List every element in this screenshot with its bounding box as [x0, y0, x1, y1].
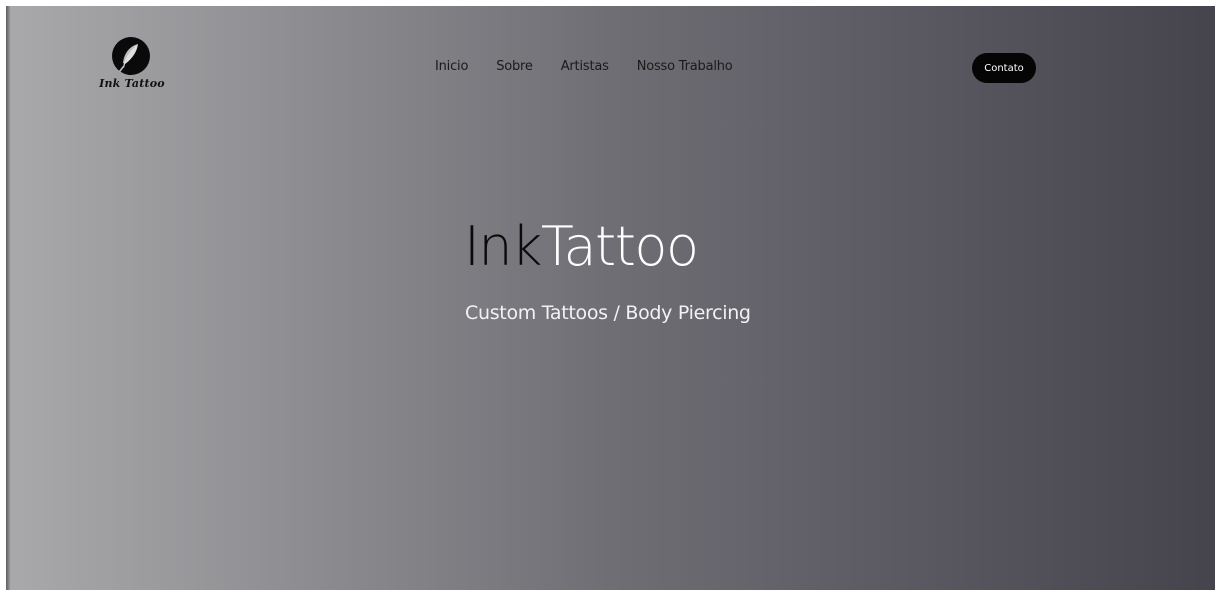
hero-section: Ink Tattoo Inicio Sobre Artistas Nosso T…	[6, 6, 1215, 590]
site-header: Ink Tattoo Inicio Sobre Artistas Nosso T…	[6, 6, 1215, 106]
nav-item-inicio[interactable]: Inicio	[435, 59, 468, 74]
main-nav: Inicio Sobre Artistas Nosso Trabalho	[435, 59, 733, 74]
logo-text: Ink Tattoo	[99, 77, 165, 90]
hero-title: InkTattoo	[464, 220, 699, 274]
nav-item-sobre[interactable]: Sobre	[496, 59, 533, 74]
hero-subtitle: Custom Tattoos / Body Piercing	[465, 302, 751, 324]
logo-link[interactable]: Ink Tattoo	[96, 36, 168, 96]
hero-title-ink: Ink	[464, 215, 542, 278]
nav-item-nosso-trabalho[interactable]: Nosso Trabalho	[637, 59, 733, 74]
hero-title-tattoo: Tattoo	[540, 215, 699, 278]
feather-quill-icon	[112, 37, 150, 75]
contato-button[interactable]: Contato	[972, 53, 1036, 83]
nav-item-artistas[interactable]: Artistas	[561, 59, 609, 74]
